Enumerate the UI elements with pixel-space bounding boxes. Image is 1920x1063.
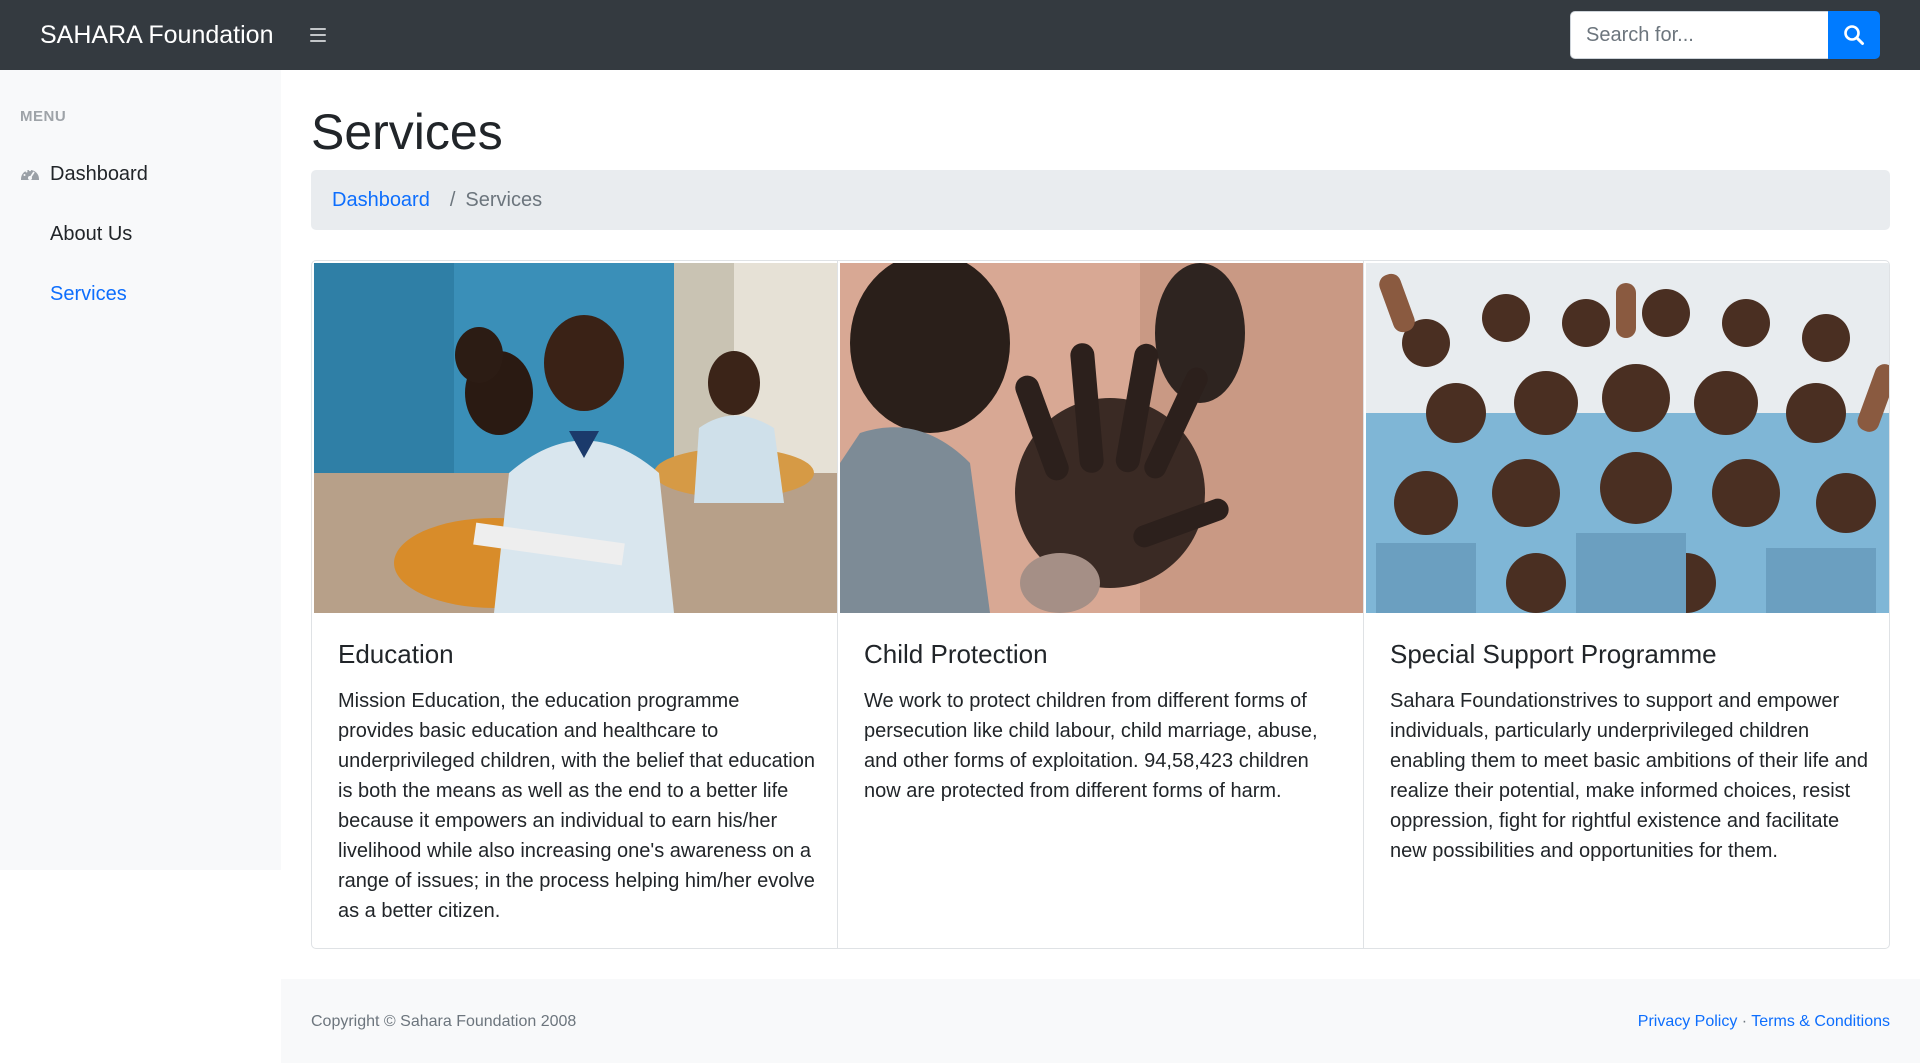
sidebar-item-label: Services <box>50 282 127 305</box>
service-card-education: Education Mission Education, the educati… <box>312 261 838 948</box>
child-protection-photo <box>840 263 1363 613</box>
copyright-text: Copyright © Sahara Foundation 2008 <box>311 1013 577 1030</box>
brand-title[interactable]: SAHARA Foundation <box>40 0 273 70</box>
card-text: Mission Education, the education program… <box>338 690 815 922</box>
top-navbar: SAHARA Foundation <box>0 0 1920 70</box>
footer-links: Privacy Policy · Terms & Conditions <box>1638 1013 1890 1031</box>
sidebar-item-about-us[interactable]: About Us <box>0 210 281 258</box>
education-photo <box>314 263 837 613</box>
footer-separator: · <box>1741 1013 1748 1030</box>
sidebar: MENU Dashboard About Us Services <box>0 70 281 870</box>
search-button[interactable] <box>1828 11 1880 59</box>
breadcrumb-separator: / <box>449 188 456 211</box>
sidebar-item-services[interactable]: Services <box>0 270 281 318</box>
card-title: Education <box>338 639 454 669</box>
breadcrumb-link-dashboard[interactable]: Dashboard <box>332 189 430 212</box>
footer: Copyright © Sahara Foundation 2008 Priva… <box>281 979 1920 1063</box>
breadcrumb-current: Services <box>465 188 543 211</box>
sidebar-item-label: Dashboard <box>50 162 148 185</box>
sidebar-heading: MENU <box>20 108 67 125</box>
special-support-photo <box>1366 263 1889 613</box>
card-text: Sahara Foundationstrives to support and … <box>1390 690 1869 862</box>
service-card-special-support: Special Support Programme Sahara Foundat… <box>1364 261 1889 948</box>
breadcrumb: Dashboard / Services <box>311 170 1890 230</box>
search-icon <box>1844 25 1864 45</box>
page-title: Services <box>311 104 503 160</box>
card-title: Special Support Programme <box>1390 639 1717 669</box>
services-card-group: Education Mission Education, the educati… <box>311 260 1890 949</box>
search-input[interactable] <box>1570 11 1828 59</box>
search-form <box>1570 11 1880 59</box>
sidebar-toggle-button[interactable] <box>310 24 332 46</box>
hamburger-icon <box>310 28 326 30</box>
card-title: Child Protection <box>864 639 1048 669</box>
service-card-child-protection: Child Protection We work to protect chil… <box>838 261 1364 948</box>
privacy-policy-link[interactable]: Privacy Policy <box>1638 1013 1738 1030</box>
sidebar-item-dashboard[interactable]: Dashboard <box>0 150 281 198</box>
card-text: We work to protect children from differe… <box>864 690 1318 802</box>
terms-conditions-link[interactable]: Terms & Conditions <box>1751 1013 1890 1030</box>
dashboard-gauge-icon <box>21 169 39 180</box>
sidebar-item-label: About Us <box>50 222 133 245</box>
